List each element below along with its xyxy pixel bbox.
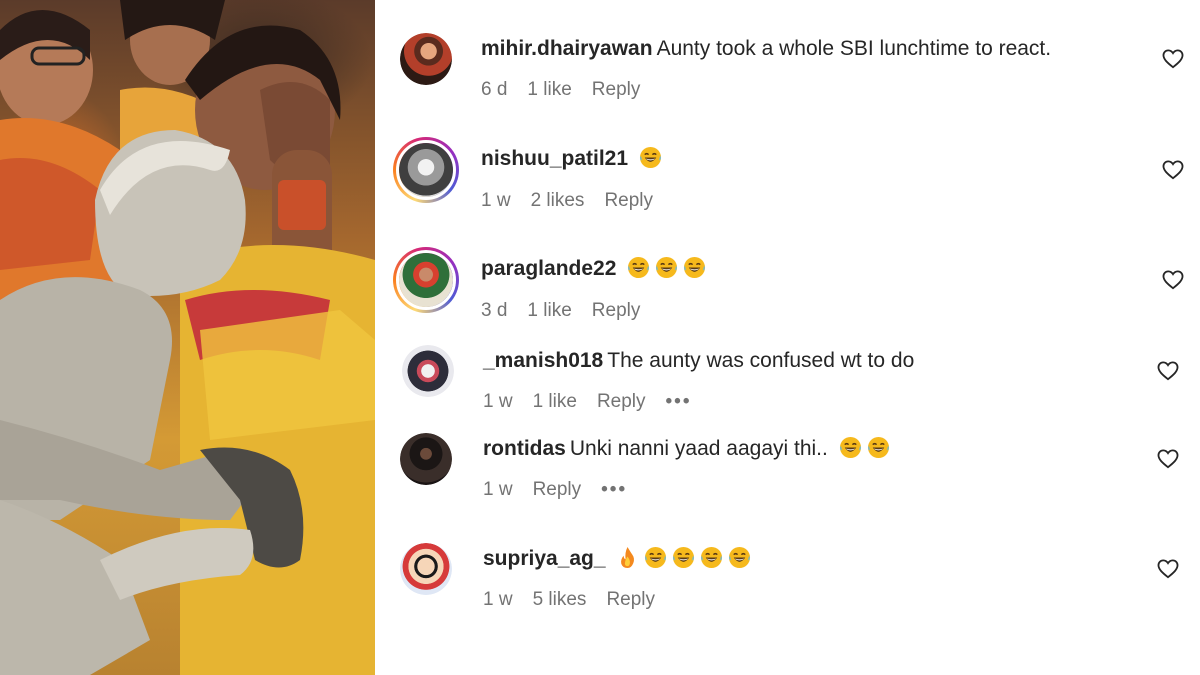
- more-options-icon[interactable]: •••: [666, 391, 692, 412]
- laughing-tears-emoji: [639, 146, 661, 169]
- comment-item: nishuu_patil21 1 w 2 likes Reply: [375, 137, 1200, 220]
- comment-likes[interactable]: 1 like: [527, 300, 571, 321]
- comment-text: The aunty was confused wt to do: [607, 349, 915, 372]
- like-heart-icon[interactable]: [1162, 270, 1184, 290]
- laughing-tears-emoji: [656, 256, 678, 279]
- avatar[interactable]: [400, 543, 452, 595]
- reply-button[interactable]: Reply: [592, 79, 641, 100]
- comment-time[interactable]: 1 w: [483, 391, 513, 412]
- comment-item: mihir.dhairyawan Aunty took a whole SBI l…: [375, 30, 1200, 110]
- avatar[interactable]: [402, 345, 454, 397]
- video-frame[interactable]: [0, 0, 375, 675]
- comment-time[interactable]: 1 w: [483, 479, 513, 500]
- like-heart-icon[interactable]: [1162, 160, 1184, 180]
- reply-button[interactable]: Reply: [592, 300, 641, 321]
- laughing-tears-emoji: [839, 436, 861, 459]
- comment-likes[interactable]: 1 like: [533, 391, 577, 412]
- like-heart-icon[interactable]: [1157, 361, 1179, 381]
- fire-emoji: [621, 546, 635, 569]
- like-heart-icon[interactable]: [1157, 559, 1179, 579]
- comment-time[interactable]: 1 w: [483, 589, 513, 610]
- reply-button[interactable]: Reply: [533, 479, 582, 500]
- comment-username[interactable]: mihir.dhairyawan: [481, 37, 653, 60]
- comments-list: mihir.dhairyawan Aunty took a whole SBI l…: [375, 0, 1200, 675]
- comment-time[interactable]: 6 d: [481, 79, 507, 100]
- laughing-tears-emoji: [628, 256, 650, 279]
- laughing-tears-emoji: [729, 546, 751, 569]
- comment-item: supriya_ag_ 1 w 5 likes Reply: [375, 540, 1200, 620]
- like-heart-icon[interactable]: [1162, 49, 1184, 69]
- more-options-icon[interactable]: •••: [601, 479, 627, 500]
- comment-username[interactable]: _manish018: [483, 349, 603, 372]
- comment-text: Unki nanni yaad aagayi thi..: [569, 437, 828, 460]
- comment-time[interactable]: 1 w: [481, 190, 511, 211]
- avatar[interactable]: [400, 33, 452, 85]
- comment-username[interactable]: paraglande22: [481, 257, 616, 280]
- reply-button[interactable]: Reply: [604, 190, 653, 211]
- comment-item: _manish018 The aunty was confused wt to d…: [375, 342, 1200, 422]
- laughing-tears-emoji: [645, 546, 667, 569]
- reply-button[interactable]: Reply: [597, 391, 646, 412]
- comment-item: rontidas Unki nanni yaad aagayi thi.. 1 w…: [375, 430, 1200, 510]
- comment-username[interactable]: rontidas: [483, 437, 566, 460]
- avatar[interactable]: [393, 137, 459, 203]
- comment-time[interactable]: 3 d: [481, 300, 507, 321]
- comment-likes[interactable]: 5 likes: [533, 589, 587, 610]
- laughing-tears-emoji: [673, 546, 695, 569]
- laughing-tears-emoji: [701, 546, 723, 569]
- reply-button[interactable]: Reply: [606, 589, 655, 610]
- comment-likes[interactable]: 1 like: [527, 79, 571, 100]
- like-heart-icon[interactable]: [1157, 449, 1179, 469]
- avatar[interactable]: [393, 247, 459, 313]
- laughing-tears-emoji: [867, 436, 889, 459]
- comment-item: paraglande22 3 d 1 like Reply: [375, 247, 1200, 330]
- comment-username[interactable]: nishuu_patil21: [481, 147, 628, 170]
- video-frame-illustration: [0, 0, 375, 675]
- comment-likes[interactable]: 2 likes: [531, 190, 585, 211]
- comment-text: Aunty took a whole SBI lunchtime to reac…: [656, 37, 1052, 60]
- laughing-tears-emoji: [684, 256, 706, 279]
- avatar[interactable]: [400, 433, 452, 485]
- comment-username[interactable]: supriya_ag_: [483, 547, 606, 570]
